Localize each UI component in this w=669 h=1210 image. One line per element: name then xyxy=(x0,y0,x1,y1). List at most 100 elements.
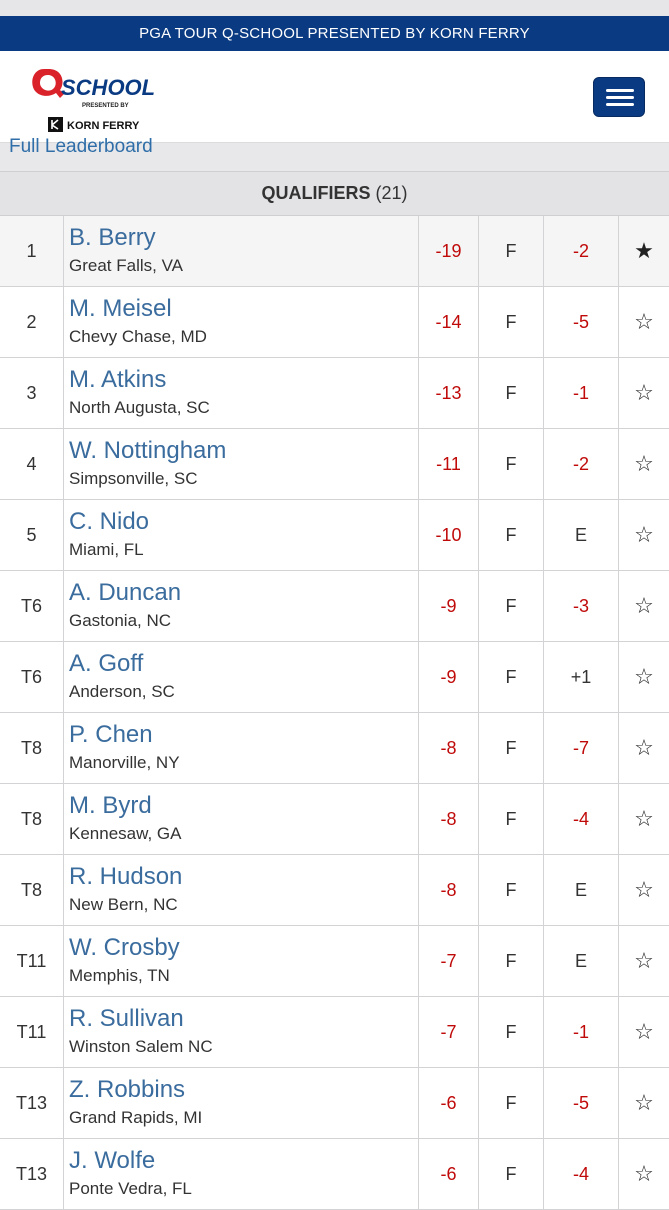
logo-sponsor-text: KORN FERRY xyxy=(67,120,140,132)
table-row[interactable]: 4 W. Nottingham Simpsonville, SC -11 F -2 ☆ xyxy=(0,429,669,500)
player-location: Manorville, NY xyxy=(69,753,180,772)
star-outline-icon[interactable]: ☆ xyxy=(619,784,669,854)
table-row[interactable]: T6 A. Goff Anderson, SC -9 F +1 ☆ xyxy=(0,642,669,713)
position-cell: 5 xyxy=(0,500,64,570)
today-score-cell: -5 xyxy=(544,1068,619,1138)
site-header: SCHOOL PRESENTED BY KORN FERRY xyxy=(0,51,669,143)
player-name-link[interactable]: P. Chen xyxy=(69,721,418,749)
player-location: Ponte Vedra, FL xyxy=(69,1179,192,1198)
player-name-link[interactable]: W. Crosby xyxy=(69,934,418,962)
star-outline-icon[interactable]: ☆ xyxy=(619,997,669,1067)
star-outline-icon[interactable]: ☆ xyxy=(619,926,669,996)
player-location: Memphis, TN xyxy=(69,966,170,985)
thru-cell: F xyxy=(479,855,544,925)
table-row[interactable]: 3 M. Atkins North Augusta, SC -13 F -1 ☆ xyxy=(0,358,669,429)
player-location: North Augusta, SC xyxy=(69,398,210,417)
player-name-link[interactable]: M. Byrd xyxy=(69,792,418,820)
star-outline-icon[interactable]: ☆ xyxy=(619,287,669,357)
table-row[interactable]: T13 J. Wolfe Ponte Vedra, FL -6 F -4 ☆ xyxy=(0,1139,669,1210)
position-cell: 1 xyxy=(0,216,64,286)
star-outline-icon[interactable]: ☆ xyxy=(619,1139,669,1209)
player-location: Kennesaw, GA xyxy=(69,824,182,843)
star-filled-icon[interactable]: ★ xyxy=(619,216,669,286)
star-outline-icon[interactable]: ☆ xyxy=(619,1068,669,1138)
today-score-cell: +1 xyxy=(544,642,619,712)
player-name-link[interactable]: R. Hudson xyxy=(69,863,418,891)
table-row[interactable]: 1 B. Berry Great Falls, VA -19 F -2 ★ xyxy=(0,216,669,287)
player-name-link[interactable]: J. Wolfe xyxy=(69,1147,418,1175)
menu-icon-bar xyxy=(606,96,634,99)
player-location: Great Falls, VA xyxy=(69,256,183,275)
today-score-cell: -3 xyxy=(544,571,619,641)
table-row[interactable]: 2 M. Meisel Chevy Chase, MD -14 F -5 ☆ xyxy=(0,287,669,358)
player-name-link[interactable]: M. Meisel xyxy=(69,295,418,323)
total-score-cell: -9 xyxy=(419,571,479,641)
player-cell: M. Byrd Kennesaw, GA xyxy=(64,784,419,854)
player-cell: J. Wolfe Ponte Vedra, FL xyxy=(64,1139,419,1209)
position-cell: T11 xyxy=(0,997,64,1067)
table-row[interactable]: T13 Z. Robbins Grand Rapids, MI -6 F -5 ☆ xyxy=(0,1068,669,1139)
table-row[interactable]: T8 M. Byrd Kennesaw, GA -8 F -4 ☆ xyxy=(0,784,669,855)
today-score-cell: E xyxy=(544,500,619,570)
table-row[interactable]: T6 A. Duncan Gastonia, NC -9 F -3 ☆ xyxy=(0,571,669,642)
position-cell: T8 xyxy=(0,784,64,854)
player-name-link[interactable]: A. Goff xyxy=(69,650,418,678)
player-name-link[interactable]: A. Duncan xyxy=(69,579,418,607)
total-score-cell: -8 xyxy=(419,784,479,854)
full-leaderboard-link[interactable]: Full Leaderboard xyxy=(9,136,153,158)
player-cell: C. Nido Miami, FL xyxy=(64,500,419,570)
total-score-cell: -8 xyxy=(419,855,479,925)
player-location: Simpsonville, SC xyxy=(69,469,198,488)
position-cell: 2 xyxy=(0,287,64,357)
player-name-link[interactable]: C. Nido xyxy=(69,508,418,536)
logo-school-text: SCHOOL xyxy=(61,75,155,100)
player-name-link[interactable]: W. Nottingham xyxy=(69,437,418,465)
today-score-cell: -7 xyxy=(544,713,619,783)
player-cell: M. Meisel Chevy Chase, MD xyxy=(64,287,419,357)
player-name-link[interactable]: B. Berry xyxy=(69,224,418,252)
star-outline-icon[interactable]: ☆ xyxy=(619,855,669,925)
player-cell: R. Hudson New Bern, NC xyxy=(64,855,419,925)
player-cell: M. Atkins North Augusta, SC xyxy=(64,358,419,428)
table-row[interactable]: T8 P. Chen Manorville, NY -8 F -7 ☆ xyxy=(0,713,669,784)
section-title: QUALIFIERS xyxy=(261,183,371,203)
qschool-logo[interactable]: SCHOOL PRESENTED BY KORN FERRY xyxy=(30,65,180,137)
logo-presented-text: PRESENTED BY xyxy=(82,103,129,109)
thru-cell: F xyxy=(479,571,544,641)
star-outline-icon[interactable]: ☆ xyxy=(619,358,669,428)
tour-banner[interactable]: PGA TOUR Q-SCHOOL PRESENTED BY KORN FERR… xyxy=(0,16,669,51)
position-cell: T8 xyxy=(0,855,64,925)
thru-cell: F xyxy=(479,1139,544,1209)
player-name-link[interactable]: M. Atkins xyxy=(69,366,418,394)
player-cell: A. Goff Anderson, SC xyxy=(64,642,419,712)
thru-cell: F xyxy=(479,500,544,570)
total-score-cell: -9 xyxy=(419,642,479,712)
thru-cell: F xyxy=(479,287,544,357)
star-outline-icon[interactable]: ☆ xyxy=(619,713,669,783)
player-name-link[interactable]: Z. Robbins xyxy=(69,1076,418,1104)
star-outline-icon[interactable]: ☆ xyxy=(619,642,669,712)
star-outline-icon[interactable]: ☆ xyxy=(619,429,669,499)
thru-cell: F xyxy=(479,784,544,854)
table-row[interactable]: 5 C. Nido Miami, FL -10 F E ☆ xyxy=(0,500,669,571)
today-score-cell: E xyxy=(544,926,619,996)
korn-ferry-mark xyxy=(48,117,63,132)
player-cell: R. Sullivan Winston Salem NC xyxy=(64,997,419,1067)
table-row[interactable]: T11 R. Sullivan Winston Salem NC -7 F -1 ☆ xyxy=(0,997,669,1068)
player-name-link[interactable]: R. Sullivan xyxy=(69,1005,418,1033)
position-cell: 3 xyxy=(0,358,64,428)
table-row[interactable]: T8 R. Hudson New Bern, NC -8 F E ☆ xyxy=(0,855,669,926)
player-rows: 1 B. Berry Great Falls, VA -19 F -2 ★ 2 M. Meise… xyxy=(0,216,669,1210)
table-row[interactable]: T11 W. Crosby Memphis, TN -7 F E ☆ xyxy=(0,926,669,997)
today-score-cell: -2 xyxy=(544,429,619,499)
star-outline-icon[interactable]: ☆ xyxy=(619,500,669,570)
thru-cell: F xyxy=(479,713,544,783)
hamburger-menu-button[interactable] xyxy=(593,77,645,117)
position-cell: 4 xyxy=(0,429,64,499)
today-score-cell: -4 xyxy=(544,1139,619,1209)
player-location: Miami, FL xyxy=(69,540,144,559)
position-cell: T13 xyxy=(0,1068,64,1138)
total-score-cell: -6 xyxy=(419,1068,479,1138)
position-cell: T6 xyxy=(0,571,64,641)
star-outline-icon[interactable]: ☆ xyxy=(619,571,669,641)
